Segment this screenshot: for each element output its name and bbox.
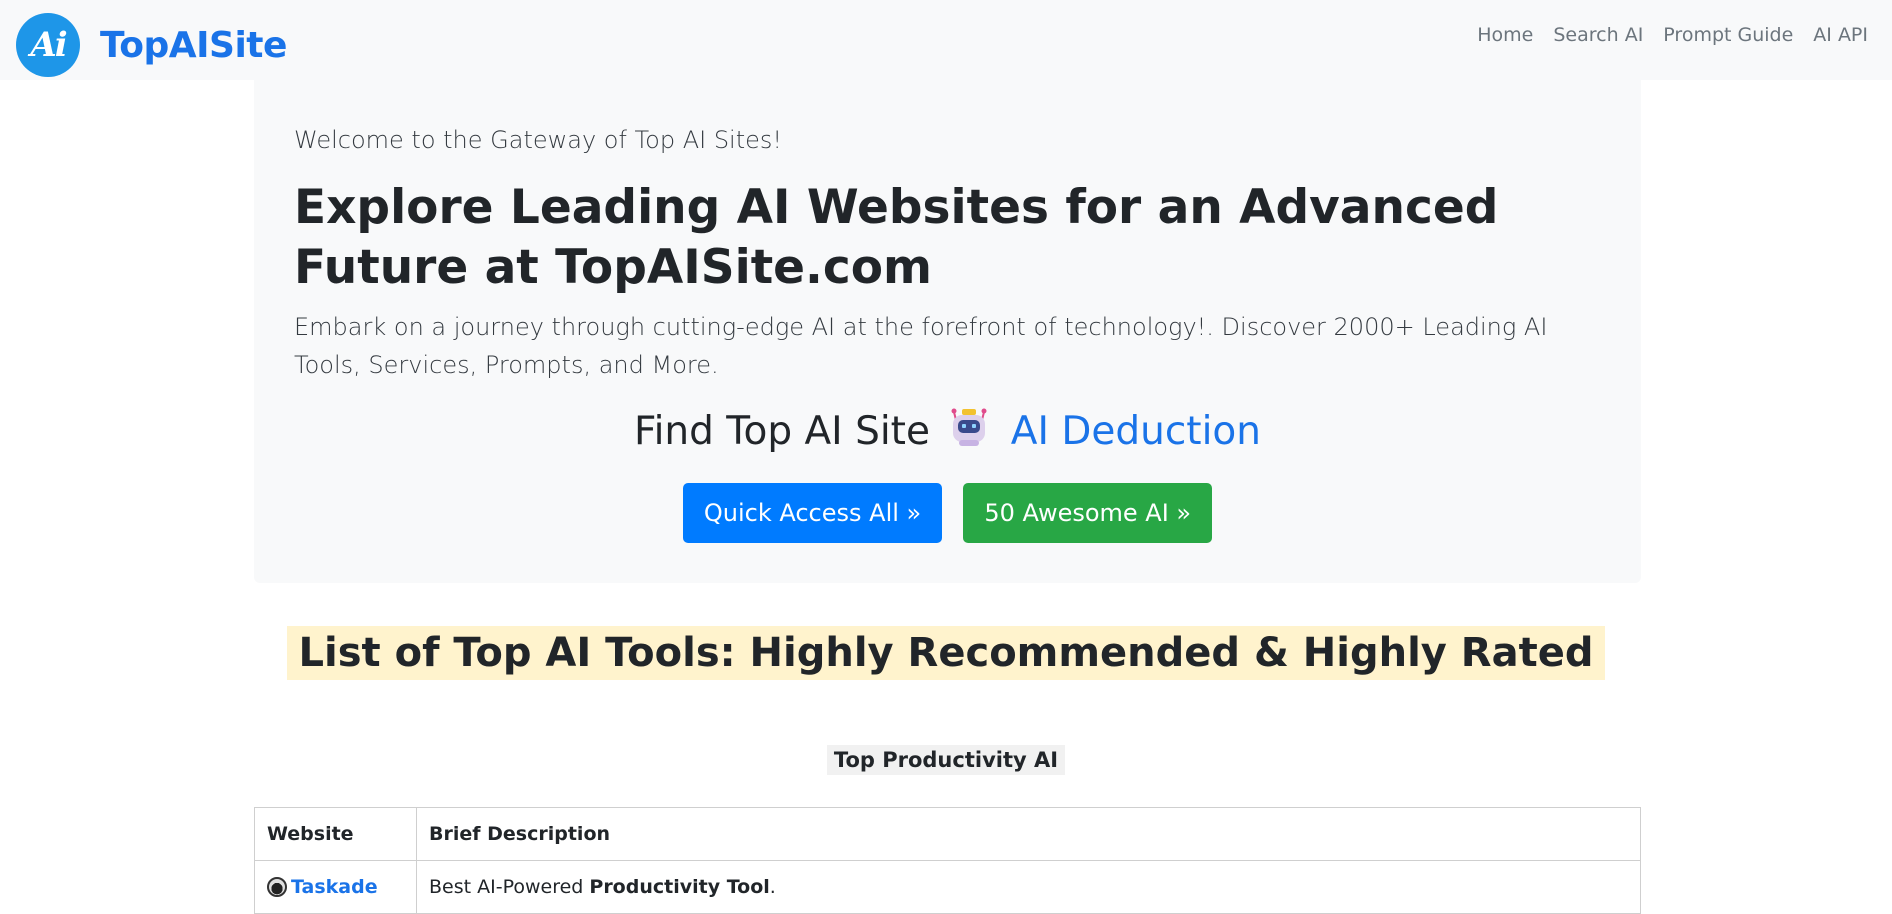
list-title: List of Top AI Tools: Highly Recommended…	[286, 626, 1606, 680]
nav-prompt-guide-link[interactable]: Prompt Guide	[1663, 24, 1793, 46]
find-ai-site-text: Find Top AI Site	[633, 409, 930, 454]
table-header-row: Website Brief Description	[254, 807, 1641, 861]
column-header-website: Website	[254, 807, 417, 861]
description-suffix: .	[769, 876, 776, 898]
description-prefix: Best AI-Powered	[429, 876, 590, 898]
quick-access-all-button[interactable]: Quick Access All »	[682, 483, 943, 543]
ai-deduction-link[interactable]: AI Deduction	[1011, 409, 1261, 454]
section-title-wrapper: Top Productivity AI	[0, 745, 1892, 775]
website-cell: Taskade	[254, 860, 417, 914]
description-bold: Productivity Tool	[589, 876, 770, 898]
awesome-ai-button[interactable]: 50 Awesome AI »	[963, 483, 1213, 543]
tools-table: Website Brief Description Taskade Best A…	[254, 807, 1641, 914]
nav-ai-api-link[interactable]: AI API	[1813, 24, 1868, 46]
nav-search-ai-link[interactable]: Search AI	[1553, 24, 1643, 46]
welcome-text: Welcome to the Gateway of Top AI Sites!	[294, 126, 783, 154]
logo-text: Ai	[30, 25, 67, 65]
column-header-description: Brief Description	[416, 807, 1641, 861]
nav-home-link[interactable]: Home	[1477, 24, 1533, 46]
top-navbar: Ai TopAISite Home Search AI Prompt Guide…	[0, 0, 1892, 80]
hero-button-row: Quick Access All » 50 Awesome AI »	[254, 483, 1641, 543]
description-cell: Best AI-Powered Productivity Tool.	[416, 860, 1641, 914]
find-ai-site-row: Find Top AI Site AI Deduction	[254, 406, 1641, 458]
taskade-link[interactable]: Taskade	[291, 876, 378, 898]
hero-headline: Explore Leading AI Websites for an Advan…	[294, 180, 1499, 295]
hero-jumbotron: Welcome to the Gateway of Top AI Sites! …	[254, 80, 1641, 583]
list-title-wrapper: List of Top AI Tools: Highly Recommended…	[0, 626, 1892, 680]
section-title: Top Productivity AI	[826, 745, 1066, 775]
ai-logo-icon: Ai	[16, 13, 80, 77]
brand-link[interactable]: Ai TopAISite	[16, 13, 287, 77]
table-row: Taskade Best AI-Powered Productivity Too…	[254, 860, 1641, 914]
robot-icon	[948, 406, 990, 458]
brand-name: TopAISite	[100, 24, 287, 66]
hero-lead: Embark on a journey through cutting-edge…	[294, 313, 1548, 379]
nav-menu: Home Search AI Prompt Guide AI API	[1477, 24, 1868, 46]
taskade-icon	[267, 877, 287, 897]
